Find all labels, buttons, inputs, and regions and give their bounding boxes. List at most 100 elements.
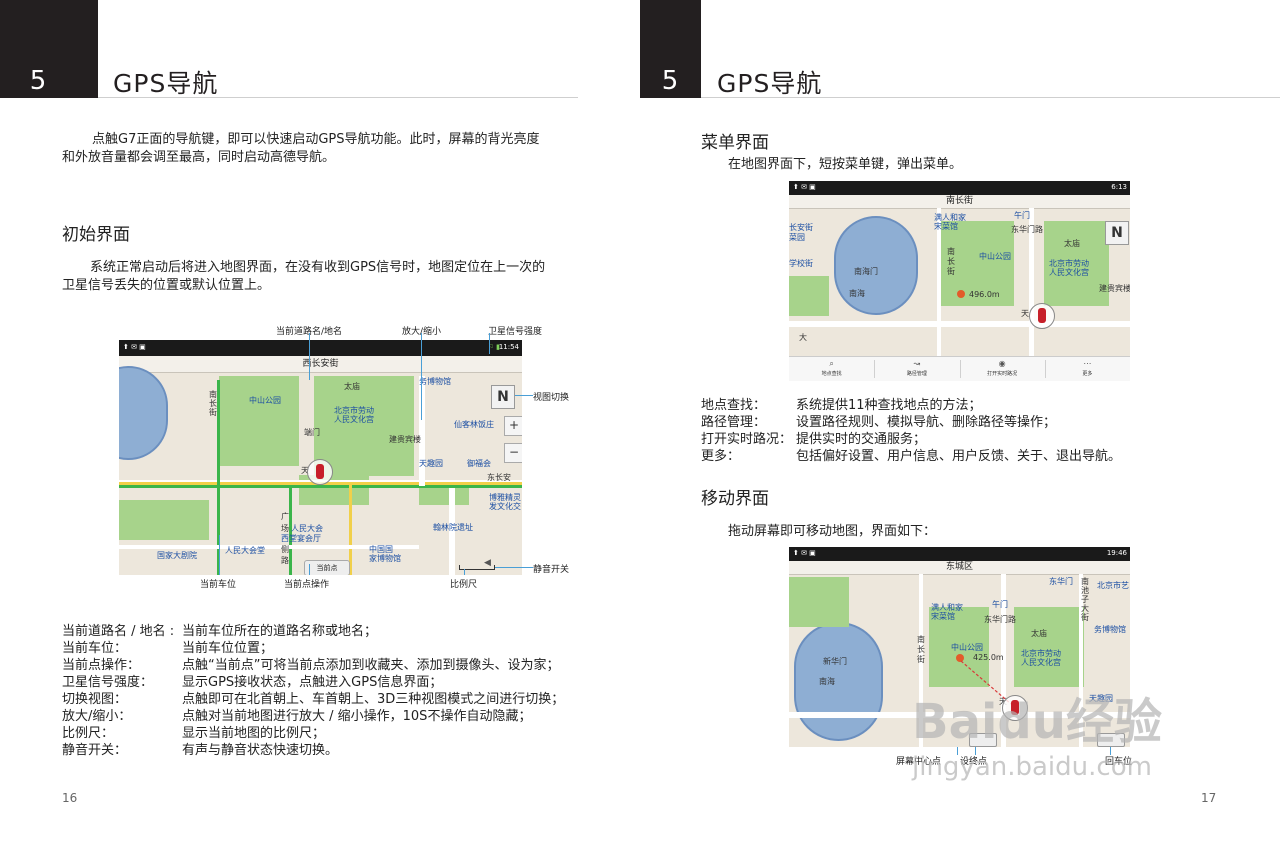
callout-car-position: 当前车位 — [200, 580, 237, 590]
desc-key: 比例尺： — [62, 726, 115, 741]
label-dongchizi: 南池子大街 — [1081, 577, 1089, 622]
callout-line-zoom — [421, 340, 422, 420]
label-dahui: 人民大会 — [291, 524, 323, 533]
label-laodong: 北京市劳动 — [1049, 259, 1089, 268]
park-small — [419, 485, 469, 505]
callout-view-switch: 视图切换 — [533, 393, 570, 403]
callout-line-scale — [464, 569, 465, 575]
desc-key: 当前车位： — [62, 641, 128, 656]
label-changan: 长安街 — [789, 223, 813, 232]
callout-line-mute — [495, 567, 533, 568]
feature-key: 打开实时路况： — [701, 432, 793, 447]
zoom-out-button[interactable]: − — [504, 443, 522, 463]
feature-value: 设置路径规则、模拟导航、删除路径等操作； — [796, 415, 1057, 430]
left-page: 5 GPS导航 点触G7正面的导航键，即可以快速启动GPS导航功能。此时，屏幕的… — [0, 0, 640, 844]
status-icons: ⬆ ✉ ▣ — [123, 343, 146, 351]
label-donghuamen: 东华门路 — [1011, 225, 1043, 234]
map-screenshot-initial: ⬆ ✉ ▣ ⚐ ▮ 11:54 西长安街 南长街 中山公园 太庙 务博物馆 北京… — [119, 340, 522, 575]
section-title-move: 移动界面 — [701, 489, 769, 509]
road-name-bar: 东城区 — [789, 561, 1130, 575]
chapter-number: 5 — [661, 66, 679, 96]
desc-value: 有声与静音状态快速切换。 — [182, 743, 339, 758]
lake — [794, 622, 883, 741]
desc-key: 放大/缩小： — [62, 709, 132, 724]
mute-icon[interactable]: ◀ — [484, 558, 491, 568]
zoom-in-button[interactable]: + — [504, 416, 522, 436]
compass-icon[interactable]: N — [491, 385, 515, 409]
desc-value: 当前车位所在的道路名称或地名； — [182, 624, 378, 639]
label-xuexiao: 学校街 — [789, 259, 813, 268]
watermark-url: jingyan.baidu.com — [912, 752, 1152, 782]
map-screenshot-menu: ⬆ ✉ ▣ 6:13 南长街 午门 满人和家 宋菜馆 长安街 菜园 东华门路 太… — [789, 181, 1130, 381]
menu-item-find-place[interactable]: ⌕ 地点查找 — [789, 357, 874, 381]
status-icons: ⬆ ✉ ▣ — [793, 549, 816, 557]
label-xitang: 西堂宴会厅 — [281, 534, 321, 543]
label-guobowu: 家博物馆 — [369, 554, 401, 563]
traffic-icon: ◉ — [998, 359, 1006, 368]
status-time: 11:54 — [498, 343, 519, 351]
label-donghuamen: 东华门路 — [984, 615, 1016, 624]
menu-item-label: 地点查找 — [821, 371, 842, 377]
park-northwest — [789, 577, 849, 627]
search-icon: ⌕ — [829, 359, 834, 368]
callout-line-view — [515, 395, 533, 396]
label-ce: 侧 — [281, 545, 289, 554]
label-boya: 博雅精灵 — [489, 493, 521, 502]
route-icon: ↝ — [913, 359, 921, 368]
page-number-right: 17 — [1201, 791, 1217, 805]
label-tianqu: 天趣园 — [419, 459, 443, 468]
menu-item-more[interactable]: ⋯ 更多 — [1045, 357, 1130, 381]
compass-icon[interactable]: N — [1105, 221, 1129, 245]
menu-item-route-manage[interactable]: ↝ 路径管理 — [874, 357, 959, 381]
current-point-label: 当前点 — [316, 564, 338, 572]
current-point-button[interactable]: 当前点 — [304, 560, 350, 575]
status-bar: ⬆ ✉ ▣ 19:46 — [789, 547, 1130, 561]
label-wumen-2: 东华门 — [1049, 577, 1073, 586]
callout-mute: 静音开关 — [533, 565, 570, 575]
label-nanhai: 南海 — [849, 289, 865, 298]
label-jie: 街 — [947, 267, 955, 276]
page-number-left: 16 — [62, 791, 78, 805]
callout-gps-strength: 卫星信号强度 — [488, 327, 543, 337]
car-position-marker[interactable] — [307, 459, 333, 485]
label-song: 宋菜馆 — [934, 222, 958, 231]
label-manren: 满人和家 — [934, 213, 966, 222]
menu-item-label: 打开实时路况 — [987, 371, 1018, 377]
label-wenhua: 人民文化宫 — [1049, 268, 1089, 277]
road-changan — [789, 321, 1130, 327]
desc-key: 静音开关： — [62, 743, 128, 758]
road-nanchizi — [419, 376, 425, 486]
label-zhongshan: 中山公园 — [249, 396, 281, 405]
lake — [119, 366, 168, 460]
label-wumen: 午门 — [1014, 211, 1030, 220]
route-green-main — [119, 485, 522, 488]
label-guibin: 建贵宾楼 — [1099, 284, 1130, 293]
label-laodong: 北京市劳动 — [334, 406, 374, 415]
menu-section-line: 在地图界面下，短按菜单键，弹出菜单。 — [728, 157, 963, 172]
label-chang: 场 — [281, 524, 289, 533]
chapter-block: 5 — [0, 0, 98, 98]
label-dajuyuan: 国家大剧院 — [157, 551, 197, 560]
callout-line-gps — [489, 340, 490, 354]
desc-key: 卫星信号强度： — [62, 675, 154, 690]
label-fawen: 发文化交 — [489, 502, 521, 511]
park-west — [789, 276, 829, 316]
desc-value: 当前车位位置； — [182, 641, 274, 656]
status-bar: ⬆ ✉ ▣ ⚐ ▮ 11:54 — [119, 340, 522, 356]
car-position-marker[interactable] — [1029, 303, 1055, 329]
label-manren: 满人和家 — [931, 603, 963, 612]
park-wenhua — [1014, 607, 1084, 687]
label-da: 大 — [799, 333, 807, 342]
label-taimiao: 太庙 — [1064, 239, 1080, 248]
menu-item-traffic[interactable]: ◉ 打开实时路况 — [960, 357, 1045, 381]
desc-value: 点触对当前地图进行放大 / 缩小操作，10S不操作自动隐藏； — [182, 709, 532, 724]
watermark-brand: Baidu经验 — [912, 694, 1162, 750]
callout-line-road-ext — [309, 333, 310, 340]
header-rule — [98, 97, 578, 98]
label-chang: 长 — [917, 645, 925, 654]
status-bar: ⬆ ✉ ▣ 6:13 — [789, 181, 1130, 195]
label-zhongshan: 中山公园 — [951, 643, 983, 652]
callout-line-road — [309, 340, 310, 380]
label-bowuguan: 务博物馆 — [419, 377, 451, 386]
desc-key: 切换视图： — [62, 692, 128, 707]
